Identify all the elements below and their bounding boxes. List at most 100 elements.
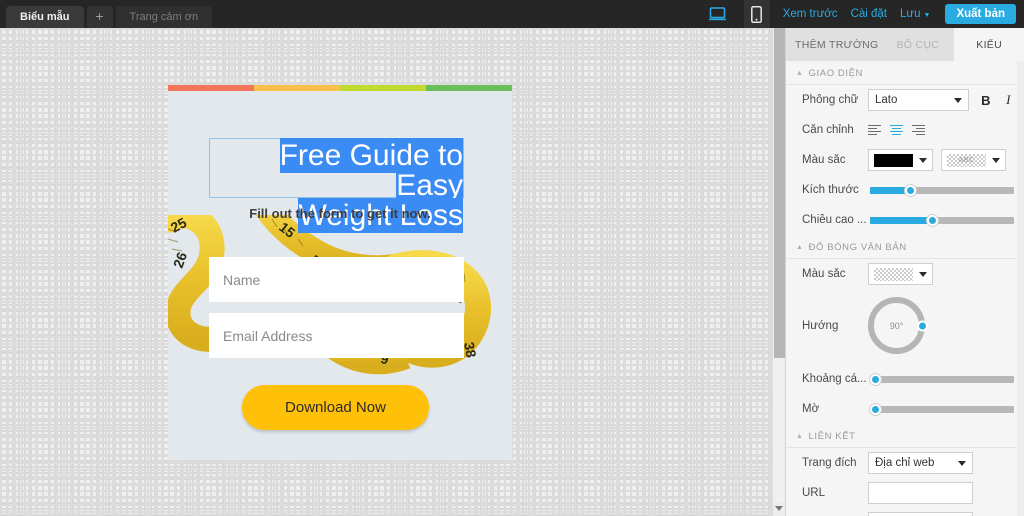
slider-track bbox=[870, 405, 1014, 413]
canvas-scrollbar-thumb[interactable] bbox=[774, 28, 785, 358]
design-canvas[interactable]: 25 26 15 21 3 16 7 38 9 Fre bbox=[0, 28, 772, 516]
text-color-picker[interactable] bbox=[868, 149, 933, 171]
subtitle-text[interactable]: Fill out the form to get it now. bbox=[168, 206, 512, 221]
tab-layout[interactable]: BỐ CỤC bbox=[888, 28, 949, 61]
tab-thank-you-page[interactable]: Trang cảm ơn bbox=[115, 6, 213, 28]
slider-knob[interactable] bbox=[870, 373, 881, 385]
preview-button[interactable]: Xem trước bbox=[783, 8, 838, 20]
email-input[interactable]: Email Address bbox=[209, 313, 464, 358]
desktop-icon[interactable] bbox=[705, 0, 731, 28]
collapse-triangle-icon: ▲ bbox=[796, 70, 804, 77]
align-right-icon[interactable] bbox=[912, 124, 925, 136]
chevron-down-icon bbox=[954, 97, 963, 103]
section-appearance-title: GIAO DIỆN bbox=[808, 68, 864, 79]
section-textshadow-title: ĐỔ BÓNG VĂN BẢN bbox=[808, 242, 907, 253]
direction-value: 90° bbox=[889, 320, 904, 331]
font-label: Phông chữ bbox=[802, 94, 859, 106]
canvas-scrollbar[interactable] bbox=[772, 28, 785, 516]
chevron-down-icon bbox=[919, 271, 927, 277]
font-select[interactable]: Lato bbox=[868, 89, 970, 111]
line-height-slider[interactable] bbox=[870, 214, 1014, 226]
highlight-color-picker[interactable]: ABC bbox=[941, 149, 1006, 171]
slider-fill bbox=[870, 216, 932, 224]
link-title-input[interactable] bbox=[868, 512, 973, 516]
chevron-down-icon bbox=[919, 157, 927, 163]
section-link-title: LIÊN KẾT bbox=[808, 431, 856, 442]
color-accent-bar bbox=[168, 85, 512, 91]
font-size-slider[interactable] bbox=[870, 184, 1014, 196]
name-input[interactable]: Name bbox=[209, 257, 464, 302]
target-label: Trang đích bbox=[802, 457, 857, 469]
tab-form[interactable]: Biểu mẫu bbox=[6, 6, 84, 28]
add-page-button[interactable]: + bbox=[86, 6, 113, 28]
row-link-target: Trang đích Địa chỉ web bbox=[786, 448, 1024, 478]
row-color: Màu sắc ABC bbox=[786, 145, 1024, 175]
collapse-triangle-icon: ▲ bbox=[796, 244, 804, 251]
section-textshadow-header[interactable]: ▲ ĐỔ BÓNG VĂN BẢN bbox=[786, 235, 1024, 259]
top-toolbar: Biểu mẫu + Trang cảm ơn Xem trước Cài đặ… bbox=[0, 0, 1024, 28]
row-shadow-direction: Hướng 90° bbox=[786, 289, 1024, 364]
url-input[interactable] bbox=[868, 482, 973, 504]
slider-fill bbox=[870, 186, 911, 194]
dial-knob[interactable] bbox=[917, 320, 928, 331]
download-now-button[interactable]: Download Now bbox=[242, 385, 429, 430]
shadow-color-picker[interactable] bbox=[868, 263, 933, 285]
save-button[interactable]: Lưu ▼ bbox=[900, 8, 930, 20]
headline-line-1: Free Guide to Easy bbox=[279, 138, 463, 203]
panel-scrollbar[interactable] bbox=[1017, 61, 1024, 516]
slider-track bbox=[870, 375, 1014, 383]
save-label: Lưu bbox=[900, 8, 921, 20]
link-target-select[interactable]: Địa chỉ web bbox=[868, 452, 973, 474]
publish-button[interactable]: Xuất bản bbox=[945, 4, 1016, 24]
settings-button[interactable]: Cài đặt bbox=[851, 8, 887, 20]
slider-knob[interactable] bbox=[870, 403, 881, 415]
top-toolbar-actions: Xem trước Cài đặt Lưu ▼ Xuất bản bbox=[705, 0, 1024, 28]
slider-knob[interactable] bbox=[926, 214, 938, 226]
chevron-down-icon: ▼ bbox=[923, 12, 931, 19]
mobile-icon[interactable] bbox=[743, 0, 770, 28]
style-panel: THÊM TRƯỜNG BỐ CỤC KIỂU ▲ GIAO DIỆN Phôn… bbox=[785, 28, 1024, 516]
shadow-blur-slider[interactable] bbox=[870, 403, 1014, 415]
shadow-color-label: Màu sắc bbox=[802, 268, 846, 280]
section-appearance-header[interactable]: ▲ GIAO DIỆN bbox=[786, 61, 1024, 85]
shadow-swatch bbox=[874, 267, 913, 281]
align-buttons bbox=[868, 124, 925, 136]
row-lineheight: Chiều cao ... bbox=[786, 205, 1024, 235]
row-shadow-color: Màu sắc bbox=[786, 259, 1024, 289]
row-font: Phông chữ Lato B I bbox=[786, 85, 1024, 115]
row-link-title: Tiêu đề liê... bbox=[786, 508, 1024, 516]
colorbar-segment-3 bbox=[340, 85, 426, 91]
size-label: Kích thước bbox=[802, 184, 859, 196]
colorbar-segment-1 bbox=[168, 85, 254, 91]
distance-label: Khoảng cá... bbox=[802, 373, 867, 385]
lineheight-label: Chiều cao ... bbox=[802, 214, 867, 226]
align-label: Căn chỉnh bbox=[802, 124, 854, 136]
colorbar-segment-4 bbox=[426, 85, 512, 91]
landing-page-block[interactable]: 25 26 15 21 3 16 7 38 9 Fre bbox=[168, 85, 512, 460]
chevron-down-icon bbox=[992, 157, 1000, 163]
bold-button[interactable]: B bbox=[980, 93, 991, 108]
scroll-down-arrow-icon[interactable] bbox=[773, 502, 785, 516]
url-label: URL bbox=[802, 487, 826, 499]
row-size: Kích thước bbox=[786, 175, 1024, 205]
section-link-header[interactable]: ▲ LIÊN KẾT bbox=[786, 424, 1024, 448]
direction-label: Hướng bbox=[802, 319, 839, 332]
document-tabs: Biểu mẫu + Trang cảm ơn bbox=[0, 0, 215, 28]
chevron-down-icon bbox=[958, 460, 966, 466]
headline-selection-box[interactable]: Free Guide to Easy Weight Loss bbox=[209, 138, 464, 233]
slider-knob[interactable] bbox=[905, 184, 917, 196]
font-value: Lato bbox=[875, 94, 898, 106]
shadow-direction-dial[interactable]: 90° bbox=[868, 297, 928, 354]
align-left-icon[interactable] bbox=[868, 124, 881, 136]
row-link-url: URL bbox=[786, 478, 1024, 508]
row-shadow-distance: Khoảng cá... bbox=[786, 364, 1024, 394]
svg-text:26: 26 bbox=[170, 250, 190, 270]
align-center-icon[interactable] bbox=[890, 124, 903, 136]
italic-button[interactable]: I bbox=[1003, 92, 1014, 108]
color-swatch bbox=[874, 153, 913, 167]
tab-style[interactable]: KIỂU bbox=[954, 28, 1024, 61]
row-shadow-blur: Mờ bbox=[786, 394, 1024, 424]
color-label: Màu sắc bbox=[802, 154, 846, 166]
shadow-distance-slider[interactable] bbox=[870, 373, 1014, 385]
tab-add-field[interactable]: THÊM TRƯỜNG bbox=[786, 28, 888, 61]
